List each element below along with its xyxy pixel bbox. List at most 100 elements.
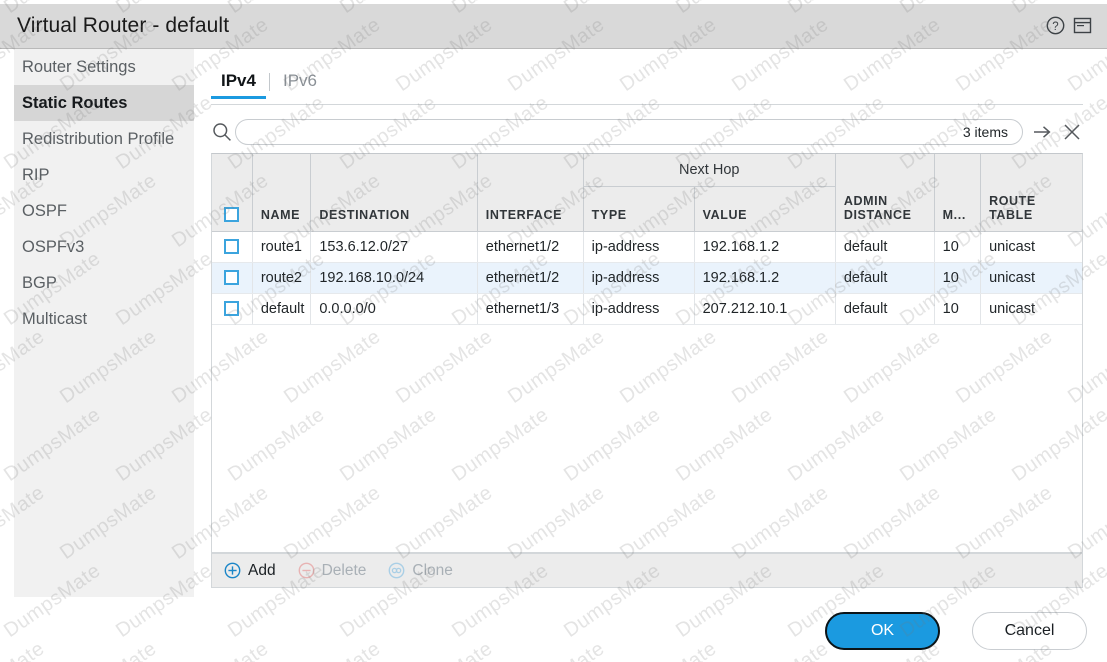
help-circle-icon[interactable]: ? [1045, 15, 1066, 36]
table-toolbar: Add Delete [211, 553, 1083, 588]
cell-type: ip-address [583, 262, 694, 293]
cell-value: 192.168.1.2 [694, 231, 835, 262]
dialog-title: Virtual Router - default [17, 14, 229, 38]
column-header-name[interactable]: NAME [252, 186, 311, 231]
column-header-type[interactable]: TYPE [583, 186, 694, 231]
cell-metric: 10 [934, 293, 980, 324]
cell-route-table: unicast [981, 262, 1083, 293]
virtual-router-dialog: Virtual Router - default ? Router Settin… [0, 4, 1107, 599]
column-header-select-all[interactable] [212, 186, 252, 231]
cell-interface: ethernet1/2 [477, 262, 583, 293]
ip-version-tabs: IPv4 IPv6 [211, 71, 327, 105]
settings-sidebar: Router Settings Static Routes Redistribu… [14, 49, 194, 597]
static-routes-table: Next Hop NAME DESTINATION [212, 154, 1083, 325]
cancel-button[interactable]: Cancel [972, 612, 1087, 650]
tab-ipv4[interactable]: IPv4 [211, 71, 266, 99]
column-header-value-line1: VALUE [703, 208, 827, 222]
search-icon [211, 121, 233, 143]
clone-button[interactable]: Clone [388, 562, 453, 580]
cell-name: route1 [252, 231, 311, 262]
sidebar-item-redistribution-profile[interactable]: Redistribution Profile [14, 121, 194, 157]
tab-underline-rule [211, 104, 1083, 105]
table-group-header-row: Next Hop [212, 154, 1083, 186]
row-checkbox[interactable] [224, 239, 239, 254]
group-header-next-hop: Next Hop [583, 154, 835, 186]
group-blank-checkbox [212, 154, 252, 186]
select-all-checkbox[interactable] [224, 207, 239, 222]
add-button[interactable]: Add [224, 562, 276, 580]
sidebar-item-ospf[interactable]: OSPF [14, 193, 194, 229]
cell-destination: 0.0.0.0/0 [311, 293, 477, 324]
clone-icon [388, 562, 405, 579]
tab-divider [269, 73, 270, 91]
table-head: Next Hop NAME DESTINATION [212, 154, 1083, 231]
cell-admin-distance: default [835, 262, 934, 293]
group-blank-name [252, 154, 311, 186]
tab-ipv6[interactable]: IPv6 [273, 71, 327, 99]
cell-name: default [252, 293, 311, 324]
row-checkbox[interactable] [224, 301, 239, 316]
column-header-metric-line1: M... [943, 208, 972, 222]
plus-circle-icon [224, 562, 241, 579]
cell-value: 192.168.1.2 [694, 262, 835, 293]
column-header-route-table[interactable]: ROUTE TABLE [981, 186, 1083, 231]
group-blank-destination [311, 154, 477, 186]
cell-route-table: unicast [981, 293, 1083, 324]
item-count-label: 3 items [963, 124, 1008, 140]
column-header-interface-line1: INTERFACE [486, 208, 575, 222]
sidebar-item-router-settings[interactable]: Router Settings [14, 49, 194, 85]
cell-metric: 10 [934, 231, 980, 262]
column-header-admin-distance-line2: DISTANCE [844, 208, 926, 222]
row-checkbox-cell[interactable] [212, 262, 252, 293]
cell-name: route2 [252, 262, 311, 293]
cell-destination: 192.168.10.0/24 [311, 262, 477, 293]
table-row[interactable]: route1 153.6.12.0/27 ethernet1/2 ip-addr… [212, 231, 1083, 262]
minus-circle-icon [298, 562, 315, 579]
table-row[interactable]: route2 192.168.10.0/24 ethernet1/2 ip-ad… [212, 262, 1083, 293]
titlebar-actions: ? [1045, 15, 1093, 36]
static-routes-panel: IPv4 IPv6 3 items [207, 49, 1093, 597]
clone-button-label: Clone [412, 562, 453, 580]
row-checkbox[interactable] [224, 270, 239, 285]
dialog-titlebar: Virtual Router - default ? [0, 4, 1107, 49]
sidebar-item-ospfv3[interactable]: OSPFv3 [14, 229, 194, 265]
sidebar-item-rip[interactable]: RIP [14, 157, 194, 193]
column-header-metric[interactable]: M... [934, 186, 980, 231]
cell-interface: ethernet1/3 [477, 293, 583, 324]
svg-text:?: ? [1052, 21, 1058, 33]
column-header-destination[interactable]: DESTINATION [311, 186, 477, 231]
ok-button[interactable]: OK [825, 612, 940, 650]
column-header-interface[interactable]: INTERFACE [477, 186, 583, 231]
sidebar-item-multicast[interactable]: Multicast [14, 301, 194, 337]
group-blank-interface [477, 154, 583, 186]
column-header-route-table-line2: TABLE [989, 208, 1075, 222]
cell-value: 207.212.10.1 [694, 293, 835, 324]
cell-interface: ethernet1/2 [477, 231, 583, 262]
cell-admin-distance: default [835, 231, 934, 262]
table-body: route1 153.6.12.0/27 ethernet1/2 ip-addr… [212, 231, 1083, 324]
table-search-bar: 3 items [211, 117, 1083, 147]
cell-metric: 10 [934, 262, 980, 293]
column-header-admin-distance[interactable]: ADMIN DISTANCE [835, 186, 934, 231]
close-icon[interactable] [1061, 121, 1083, 143]
cell-admin-distance: default [835, 293, 934, 324]
search-input[interactable] [236, 120, 963, 144]
row-checkbox-cell[interactable] [212, 231, 252, 262]
sidebar-item-bgp[interactable]: BGP [14, 265, 194, 301]
column-header-admin-distance-line1: ADMIN [844, 194, 926, 208]
delete-button-label: Delete [322, 562, 367, 580]
cell-type: ip-address [583, 293, 694, 324]
window-restore-icon[interactable] [1072, 15, 1093, 36]
arrow-right-icon[interactable] [1031, 121, 1053, 143]
delete-button[interactable]: Delete [298, 562, 367, 580]
search-field[interactable]: 3 items [235, 119, 1023, 145]
cell-type: ip-address [583, 231, 694, 262]
sidebar-item-static-routes[interactable]: Static Routes [14, 85, 194, 121]
column-header-type-line1: TYPE [592, 208, 686, 222]
group-blank-metric [934, 154, 980, 186]
row-checkbox-cell[interactable] [212, 293, 252, 324]
column-header-value[interactable]: VALUE [694, 186, 835, 231]
cell-destination: 153.6.12.0/27 [311, 231, 477, 262]
group-blank-route-table [981, 154, 1083, 186]
table-row[interactable]: default 0.0.0.0/0 ethernet1/3 ip-address… [212, 293, 1083, 324]
